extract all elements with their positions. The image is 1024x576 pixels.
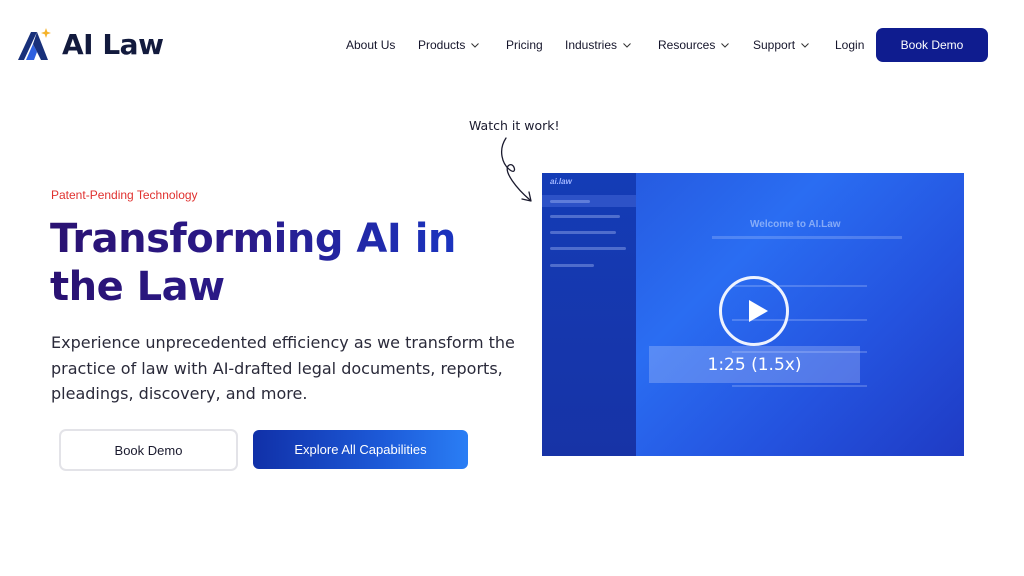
nav-resources[interactable]: Resources: [658, 38, 730, 52]
video-preview-line: [550, 247, 626, 250]
video-preview-line: [550, 231, 616, 234]
demo-video-player[interactable]: ai.law Welcome to AI.Law 1:25 (1.5x): [542, 173, 964, 456]
logo-icon: [18, 28, 51, 60]
hero-subtitle: Experience unprecedented efficiency as w…: [51, 333, 515, 403]
chevron-down-icon: [721, 43, 730, 48]
chevron-down-icon: [801, 43, 809, 48]
video-preview-logo: ai.law: [550, 177, 572, 186]
hero-title-line1: Transforming AI in: [50, 216, 456, 262]
video-preview-line: [550, 200, 590, 203]
video-duration-label: 1:25 (1.5x): [707, 354, 802, 375]
book-demo-button[interactable]: Book Demo: [59, 429, 238, 471]
nav-login[interactable]: Login: [835, 38, 864, 52]
video-preview-line: [550, 264, 594, 267]
nav-about-us[interactable]: About Us: [346, 38, 395, 52]
video-preview-subheading: [712, 236, 902, 239]
video-preview-row: [732, 385, 867, 387]
curved-arrow-icon: [500, 137, 532, 202]
video-duration-badge: 1:25 (1.5x): [649, 346, 860, 383]
nav-products[interactable]: Products: [418, 38, 480, 52]
nav-pricing[interactable]: Pricing: [506, 38, 543, 52]
header-book-demo-button[interactable]: Book Demo: [876, 28, 988, 62]
chevron-down-icon: [471, 43, 480, 48]
video-preview-line: [550, 215, 620, 218]
hero-title-line2: the Law: [50, 264, 225, 310]
video-preview-heading: Welcome to AI.Law: [750, 219, 841, 230]
play-icon[interactable]: [719, 276, 789, 346]
hero-title: Transforming AI in the Law: [50, 215, 490, 311]
chevron-down-icon: [623, 43, 631, 48]
nav-support[interactable]: Support: [753, 38, 810, 52]
brand-name: AI Law: [62, 27, 164, 61]
explore-capabilities-button[interactable]: Explore All Capabilities: [253, 430, 468, 469]
watch-callout: Watch it work!: [469, 118, 560, 133]
hero-eyebrow: Patent-Pending Technology: [51, 188, 198, 202]
brand-logo[interactable]: AI Law: [16, 26, 164, 62]
video-preview-sidebar: ai.law: [542, 173, 636, 456]
nav-industries[interactable]: Industries: [565, 38, 632, 52]
